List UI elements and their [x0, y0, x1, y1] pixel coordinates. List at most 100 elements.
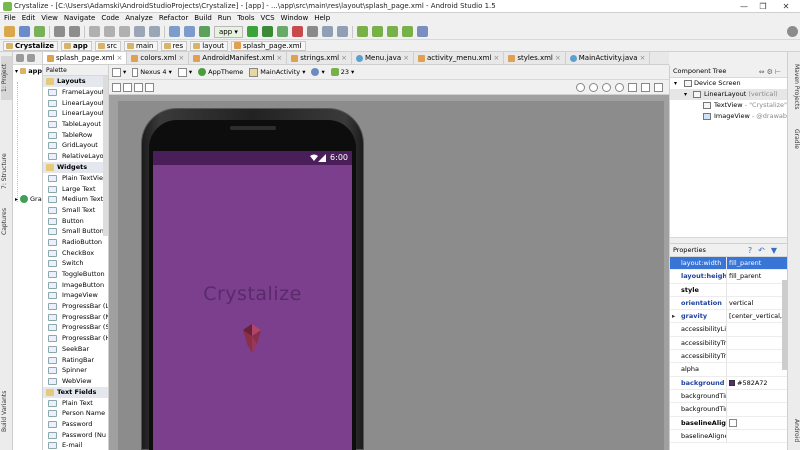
copy-icon[interactable] — [104, 26, 115, 37]
close-tab-icon[interactable]: × — [555, 52, 561, 64]
palette-item[interactable]: Password — [43, 419, 108, 430]
zoom-in-icon[interactable] — [602, 82, 611, 92]
property-row[interactable]: background #582A72 — [670, 376, 787, 390]
close-tab-icon[interactable]: × — [117, 52, 123, 64]
palette-item[interactable]: SeekBar — [43, 344, 108, 355]
sdk-manager-icon[interactable] — [371, 26, 383, 37]
tree-textview[interactable]: TextView - "Crystalize" — [670, 100, 787, 111]
palette-item[interactable]: GridLayout — [43, 140, 108, 151]
property-row[interactable]: baselineAligne — [670, 416, 787, 430]
palette-item[interactable]: LinearLayout (V — [43, 108, 108, 119]
warnings-icon[interactable] — [654, 82, 663, 92]
history-icon[interactable] — [336, 26, 348, 37]
breadcrumb-project[interactable]: Crystalize — [3, 40, 59, 51]
redo-icon[interactable] — [69, 26, 80, 37]
device-select[interactable]: Nexus 4 ▾ — [132, 67, 172, 77]
zoom-out-icon[interactable] — [615, 82, 624, 92]
theme-select[interactable]: AppTheme — [198, 68, 243, 76]
tab-main-activity[interactable]: MainActivity.java × — [566, 52, 651, 64]
maximize-button[interactable]: ❐ — [755, 1, 771, 12]
palette-item[interactable]: RadioButton — [43, 237, 108, 248]
design-view-icon[interactable] — [123, 82, 132, 92]
vcs-icon[interactable] — [321, 26, 333, 37]
api-level-select[interactable]: 23 ▾ — [330, 68, 354, 76]
property-row[interactable]: layout:height fill_parent — [670, 270, 787, 284]
property-value[interactable]: fill_parent — [726, 257, 787, 270]
open-icon[interactable] — [4, 26, 15, 37]
replace-icon[interactable] — [149, 26, 160, 37]
captures-tool-tab[interactable]: Captures — [1, 202, 12, 242]
close-tab-icon[interactable]: × — [640, 52, 646, 64]
property-row[interactable]: backgroundTin — [670, 389, 787, 404]
palette-item[interactable]: Large Text — [43, 184, 108, 195]
palette-scrollbar[interactable] — [103, 76, 108, 236]
build-variants-tool-tab[interactable]: Build Variants — [1, 378, 12, 444]
forward-icon[interactable] — [184, 26, 195, 37]
palette-item[interactable]: WebView — [43, 376, 108, 387]
property-value[interactable] — [726, 336, 787, 350]
close-tab-icon[interactable]: × — [493, 52, 499, 64]
menu-tools[interactable]: Tools — [237, 13, 254, 24]
menu-file[interactable]: File — [4, 13, 16, 24]
tab-menu-java[interactable]: Menu.java × — [352, 52, 414, 64]
find-icon[interactable] — [134, 26, 145, 37]
minimize-button[interactable]: — — [736, 1, 752, 12]
close-tab-icon[interactable]: × — [178, 52, 184, 64]
paste-icon[interactable] — [119, 26, 130, 37]
property-value[interactable]: vertical — [726, 296, 787, 310]
app-title-text[interactable]: Crystalize — [153, 283, 352, 305]
palette-item[interactable]: ProgressBar (N — [43, 312, 108, 323]
property-value[interactable] — [726, 363, 787, 376]
structure-tool-tab[interactable]: 7: Structure — [1, 146, 12, 196]
palette-item[interactable]: Medium Text — [43, 194, 108, 205]
orientation-select[interactable]: ▾ — [177, 67, 192, 77]
palette-item[interactable]: ImageButton — [43, 280, 108, 291]
close-tab-icon[interactable]: × — [276, 52, 282, 64]
menu-refactor[interactable]: Refactor — [159, 13, 188, 24]
property-row[interactable]: style — [670, 283, 787, 297]
settings-icon[interactable] — [16, 54, 24, 62]
run-icon[interactable] — [246, 26, 258, 37]
palette-item[interactable]: ImageView — [43, 290, 108, 301]
tab-colors[interactable]: colors.xml × — [127, 52, 190, 64]
breadcrumb-src[interactable]: src — [94, 40, 121, 51]
maven-projects-tool-tab[interactable]: Maven Projects — [789, 58, 800, 116]
breadcrumb-res[interactable]: res — [160, 40, 188, 51]
tab-styles[interactable]: styles.xml × — [504, 52, 566, 64]
preview-icon[interactable] — [145, 82, 154, 92]
stop-icon[interactable] — [291, 26, 303, 37]
undo-icon[interactable] — [54, 26, 65, 37]
search-everywhere-icon[interactable] — [787, 26, 798, 37]
toggle-view-icon[interactable] — [112, 82, 121, 92]
gradle-scripts-node[interactable]: ▸ Gra — [15, 193, 42, 205]
crystal-logo-icon[interactable] — [241, 324, 263, 354]
zoom-actual-icon[interactable] — [589, 82, 598, 92]
palette-item[interactable]: FrameLayout — [43, 87, 108, 98]
close-tab-icon[interactable]: × — [403, 52, 409, 64]
tree-linear-layout[interactable]: ▾ LinearLayout (vertical) — [670, 89, 787, 100]
tab-activity-menu[interactable]: activity_menu.xml × — [414, 52, 505, 64]
project-root-node[interactable]: ▾ app — [13, 65, 42, 77]
property-row[interactable]: backgroundTin — [670, 403, 787, 417]
run-config-select[interactable]: app ▾ — [214, 25, 243, 38]
cut-icon[interactable] — [89, 26, 100, 37]
property-value[interactable]: #582A72 — [726, 376, 787, 389]
property-value[interactable]: fill_parent — [726, 270, 787, 283]
render-mode-select[interactable]: ▾ — [112, 67, 126, 77]
debug-icon[interactable] — [261, 26, 273, 37]
activity-select[interactable]: MainActivity ▾ — [249, 67, 305, 77]
project-tool-tab[interactable]: 1: Project — [1, 56, 12, 100]
back-icon[interactable] — [169, 26, 180, 37]
blueprint-icon[interactable] — [134, 82, 143, 92]
property-value[interactable] — [726, 416, 787, 429]
palette-category[interactable]: Text Fields — [43, 386, 108, 398]
menu-build[interactable]: Build — [194, 13, 212, 24]
palette-item[interactable]: TableLayout — [43, 119, 108, 130]
properties-actions-icon[interactable]: ?↶▼ — [748, 244, 783, 257]
palette-item[interactable]: Small Text — [43, 205, 108, 216]
palette-item[interactable]: Button — [43, 216, 108, 227]
screenshot-icon[interactable] — [628, 82, 637, 92]
tree-imageview[interactable]: ImageView - @drawable/ — [670, 111, 795, 122]
palette-item[interactable]: ToggleButton — [43, 269, 108, 280]
property-row[interactable]: accessibilityTra — [670, 336, 787, 351]
